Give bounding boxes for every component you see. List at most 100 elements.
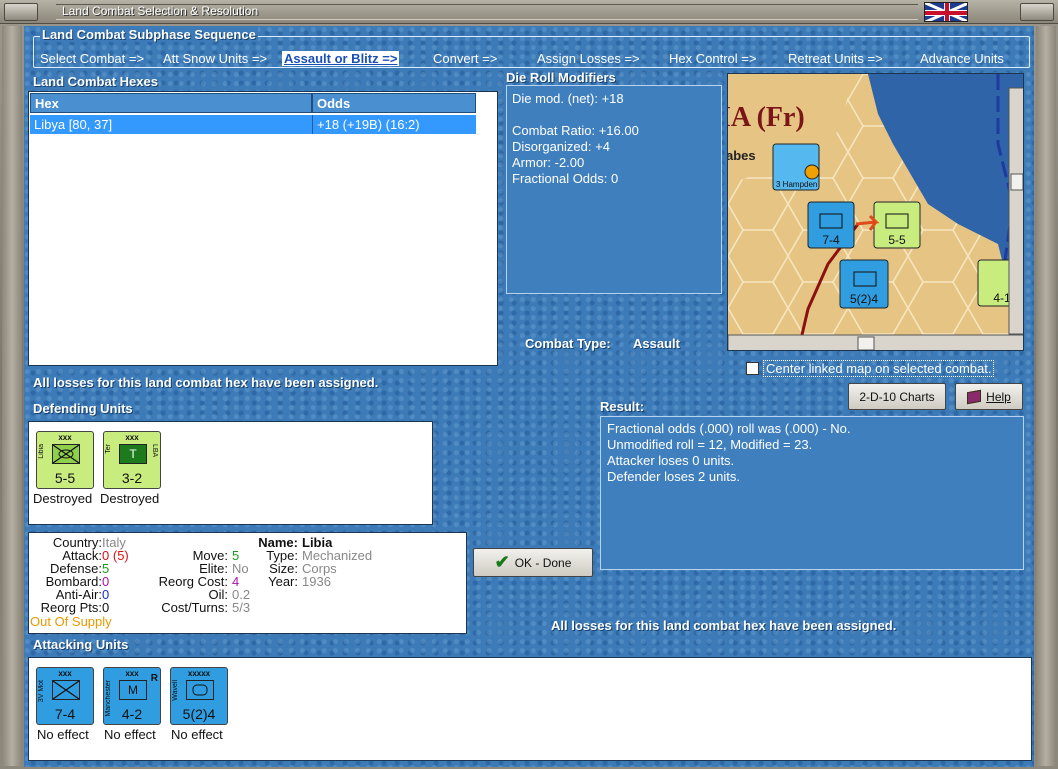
unit-details-labels-col2: Move: Elite: Reorg Cost: Oil: Cost/Turns…	[140, 549, 228, 614]
left-border	[2, 26, 22, 766]
phase-step-assault-blitz: Assault or Blitz =>	[282, 51, 400, 66]
map-terrain: IA (Fr) abes 3 Hampden 7-4 5-5 5(2)4 4-1	[728, 74, 1023, 350]
hex-column-header[interactable]: Hex	[30, 93, 312, 113]
unit-details-labels-col3: Name: Type: Size: Year:	[242, 536, 298, 588]
losses-status-message-2: All losses for this land combat hex have…	[551, 618, 897, 633]
mechanized-icon	[52, 444, 80, 464]
result-line: Defender loses 2 units.	[607, 469, 740, 484]
center-linked-checkbox[interactable]	[746, 362, 759, 375]
uk-flag-icon	[924, 2, 968, 22]
result-line: Unmodified roll = 12, Modified = 23.	[607, 437, 813, 452]
help-button[interactable]: Help	[955, 383, 1023, 410]
supply-status: Out Of Supply	[30, 614, 112, 629]
odds-column-header[interactable]: Odds	[312, 93, 476, 113]
unit-side-right: R	[150, 673, 158, 684]
charts-button-label: 2-D-10 Charts	[859, 389, 935, 404]
modifier-line: Combat Ratio: +16.00	[512, 123, 639, 138]
modifiers-box: Die mod. (net): +18 Combat Ratio: +16.00…	[506, 85, 722, 294]
defending-unit-status: Destroyed	[100, 491, 160, 506]
unit-strength: 4-2	[121, 706, 143, 722]
phase-step-att-snow: Att Snow Units =>	[163, 51, 268, 66]
unit-details-labels-col1: Country: Attack: Defense: Bombard: Anti-…	[30, 536, 102, 614]
modifier-line: Fractional Odds: 0	[512, 171, 619, 186]
motorized-infantry-icon	[52, 680, 80, 700]
result-line: Attacker loses 0 units.	[607, 453, 735, 468]
map-vertical-thumb	[1010, 173, 1023, 191]
map-counter-4-1-label: 4-1	[993, 291, 1011, 305]
map-town-label: abes	[728, 148, 756, 163]
defending-unit-ter[interactable]: xxx Ter LBA T 3-2	[103, 431, 161, 489]
map-counter-5-5[interactable]: 5-5	[873, 201, 921, 249]
unit-side-name: 3V Mot	[38, 680, 45, 703]
linked-map[interactable]: IA (Fr) abes 3 Hampden 7-4 5-5 5(2)4 4-1	[727, 73, 1024, 351]
unit-strength: 3-2	[121, 470, 143, 486]
cost-turns-value: 5/3	[232, 600, 251, 615]
title-bar: Land Combat Selection & Resolution	[0, 0, 1058, 24]
attacking-unit-status: No effect	[37, 727, 89, 742]
unit-details-values-col1: Italy 0 (5) 5 0 0 0	[102, 536, 129, 614]
phase-step-convert: Convert =>	[433, 51, 498, 66]
attacking-unit-3v-mot[interactable]: xxx 3V Mot 7-4	[36, 667, 94, 725]
unit-details-values-col3: Libia Mechanized Corps 1936	[302, 536, 372, 588]
charts-button[interactable]: 2-D-10 Charts	[848, 383, 946, 410]
unit-size-mark: xxx	[58, 669, 72, 678]
defending-unit-libia[interactable]: xxx Libia 5-5	[36, 431, 94, 489]
system-menu-button[interactable]	[4, 3, 38, 21]
map-horizontal-thumb	[857, 336, 875, 350]
map-counter-hampden[interactable]: 3 Hampden	[772, 143, 820, 191]
hex-row-cell-hex[interactable]: Libya [80, 37]	[30, 115, 312, 134]
attacking-units-title: Attacking Units	[33, 637, 129, 652]
phase-step-assign-losses: Assign Losses =>	[537, 51, 640, 66]
result-title: Result:	[600, 399, 645, 414]
unit-strength: 7-4	[54, 706, 76, 722]
phase-step-hex-control: Hex Control =>	[669, 51, 757, 66]
year-label: Year:	[268, 574, 298, 589]
center-linked-label[interactable]: Center linked map on selected combat.	[763, 360, 995, 377]
unit-side-right: LBA	[151, 444, 158, 458]
ok-done-button[interactable]: ✔ OK - Done	[473, 548, 593, 577]
unit-strength: 5(2)4	[182, 706, 216, 722]
attack-alt-value: (5)	[112, 548, 129, 563]
map-counter-hampden-label: 3 Hampden	[776, 180, 817, 189]
phase-step-advance-units: Advance Units	[920, 51, 1004, 66]
attacking-unit-manchester[interactable]: xxx Manchester R M 4-2	[103, 667, 161, 725]
modifier-line: Die mod. (net): +18	[512, 91, 624, 106]
modifiers-title: Die Roll Modifiers	[506, 70, 616, 85]
modifier-line: Armor: -2.00	[512, 155, 585, 170]
map-counter-5-2-4[interactable]: 5(2)4	[839, 259, 889, 309]
mountain-infantry-icon: M	[119, 680, 147, 700]
right-border	[1036, 26, 1056, 766]
attacking-unit-status: No effect	[171, 727, 223, 742]
reorg-pts-label: Reorg Pts:	[40, 600, 102, 615]
book-icon	[967, 389, 982, 404]
headquarters-icon	[186, 680, 214, 700]
phase-step-retreat-units: Retreat Units =>	[788, 51, 883, 66]
reorg-pts-value: 0	[102, 600, 110, 615]
close-button[interactable]	[1020, 3, 1054, 21]
hex-row-cell-odds[interactable]: +18 (+19B) (16:2)	[312, 115, 476, 134]
map-vertical-scrollbar	[1008, 87, 1023, 335]
modifier-line	[512, 107, 716, 123]
help-button-label: Help	[986, 389, 1011, 404]
result-box: Fractional odds (.000) roll was (.000) -…	[600, 416, 1024, 570]
result-line: Fractional odds (.000) roll was (.000) -…	[607, 421, 851, 436]
map-horizontal-scrollbar	[728, 334, 1023, 350]
combat-hexes-title: Land Combat Hexes	[33, 74, 158, 89]
map-counter-5-5-label: 5-5	[888, 233, 906, 247]
modifier-line: Disorganized: +4	[512, 139, 610, 154]
window-title: Land Combat Selection & Resolution	[62, 4, 259, 18]
attacking-unit-status: No effect	[104, 727, 156, 742]
unit-side-name: Wavell	[172, 680, 179, 701]
map-counter-7-4-label: 7-4	[822, 233, 840, 247]
unit-size-mark: xxx	[58, 433, 72, 442]
unit-size-mark: xxx	[125, 433, 139, 442]
territorial-icon: T	[119, 444, 147, 464]
cost-turns-label: Cost/Turns:	[161, 600, 228, 615]
phase-sequence-title: Land Combat Subphase Sequence	[40, 27, 258, 42]
map-counter-7-4[interactable]: 7-4	[807, 201, 855, 249]
attacking-unit-wavell[interactable]: xxxxx Wavell 5(2)4	[170, 667, 228, 725]
map-region-label: IA (Fr)	[728, 102, 805, 133]
unit-side-name: Ter	[105, 444, 112, 454]
map-counter-5-2-4-label: 5(2)4	[850, 292, 878, 306]
combat-type-label: Combat Type:	[525, 336, 611, 351]
